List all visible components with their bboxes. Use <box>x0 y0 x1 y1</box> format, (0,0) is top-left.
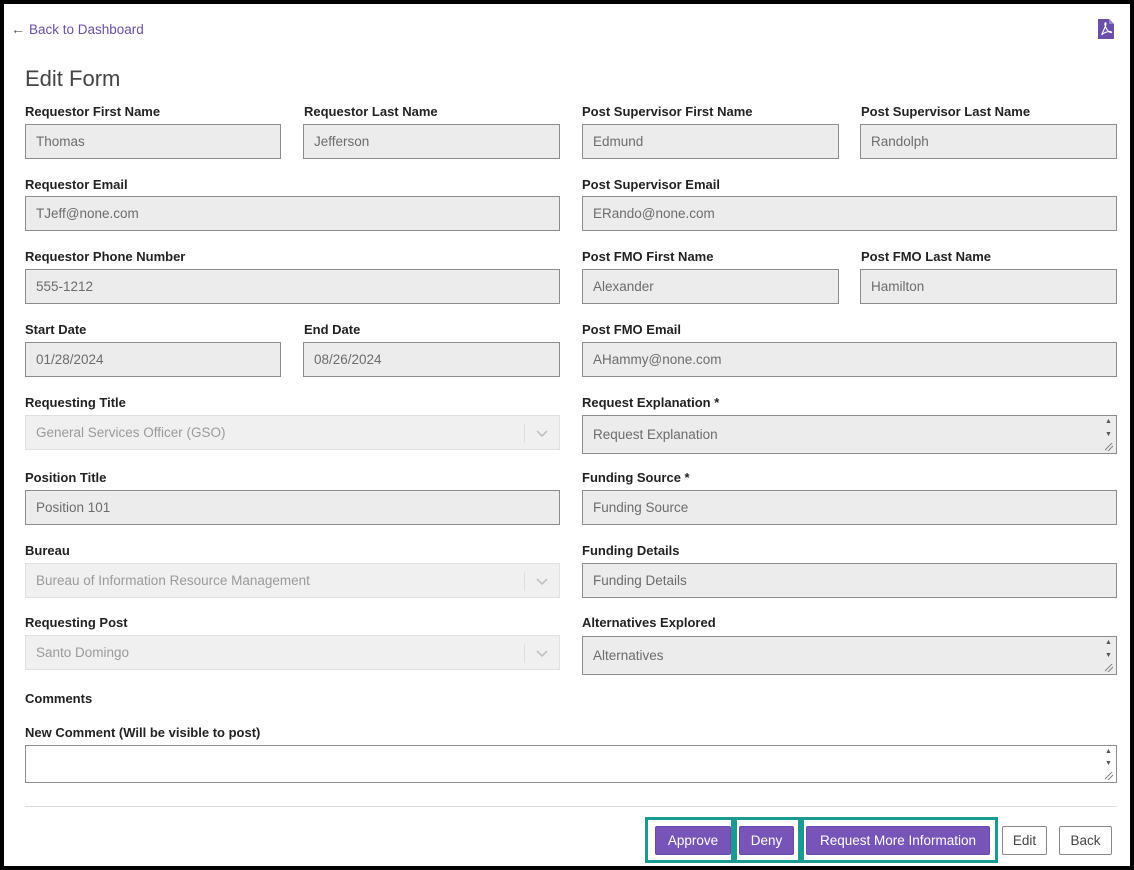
funding-source-label: Funding Source * <box>582 470 690 485</box>
post-fmo-first-name-label: Post FMO First Name <box>582 249 714 264</box>
requesting-title-value: General Services Officer (GSO) <box>36 425 226 440</box>
bureau-select[interactable]: Bureau of Information Resource Managemen… <box>25 563 560 598</box>
requestor-phone-input[interactable]: 555-1212 <box>25 269 560 304</box>
end-date-label: End Date <box>304 322 361 337</box>
edit-button[interactable]: Edit <box>1002 826 1047 855</box>
select-separator <box>524 572 525 591</box>
request-explanation-textarea[interactable]: Request Explanation ▲ ▼ <box>582 415 1117 454</box>
post-supervisor-last-name-input[interactable]: Randolph <box>860 124 1117 159</box>
approve-button[interactable]: Approve <box>655 826 731 855</box>
funding-source-input[interactable]: Funding Source <box>582 490 1117 525</box>
new-comment-textarea[interactable]: ▲ ▼ <box>25 745 1117 783</box>
requesting-post-label: Requesting Post <box>25 615 128 630</box>
deny-button[interactable]: Deny <box>739 826 794 855</box>
post-fmo-email-label: Post FMO Email <box>582 322 681 337</box>
back-to-dashboard-label: Back to Dashboard <box>29 21 144 37</box>
requestor-first-name-label: Requestor First Name <box>25 104 161 119</box>
request-more-information-button[interactable]: Request More Information <box>806 826 990 855</box>
post-supervisor-first-name-input[interactable]: Edmund <box>582 124 839 159</box>
post-supervisor-first-name-label: Post Supervisor First Name <box>582 104 753 119</box>
requesting-title-select[interactable]: General Services Officer (GSO) <box>25 415 560 450</box>
chevron-down-icon <box>536 650 548 658</box>
requestor-phone-label: Requestor Phone Number <box>25 249 186 264</box>
chevron-down-icon <box>536 430 548 438</box>
textarea-resize-control[interactable]: ▲ ▼ <box>1104 748 1113 780</box>
requestor-email-label: Requestor Email <box>25 177 128 192</box>
post-supervisor-email-label: Post Supervisor Email <box>582 177 720 192</box>
requestor-email-input[interactable]: TJeff@none.com <box>25 196 560 231</box>
post-supervisor-email-input[interactable]: ERando@none.com <box>582 196 1117 231</box>
requesting-post-select[interactable]: Santo Domingo <box>25 635 560 670</box>
funding-details-label: Funding Details <box>582 543 680 558</box>
post-fmo-last-name-label: Post FMO Last Name <box>861 249 992 264</box>
post-fmo-first-name-input[interactable]: Alexander <box>582 269 839 304</box>
start-date-label: Start Date <box>25 322 87 337</box>
textarea-resize-control[interactable]: ▲ ▼ <box>1104 639 1113 672</box>
end-date-input[interactable]: 08/26/2024 <box>303 342 560 377</box>
requestor-last-name-label: Requestor Last Name <box>304 104 438 119</box>
arrow-left-icon: ← <box>11 21 25 37</box>
post-supervisor-last-name-label: Post Supervisor Last Name <box>861 104 1031 119</box>
edit-form-page: ← Back to Dashboard Edit Form Requestor … <box>4 4 1130 866</box>
bureau-value: Bureau of Information Resource Managemen… <box>36 573 310 588</box>
alternatives-explored-label: Alternatives Explored <box>582 615 716 630</box>
requesting-title-label: Requesting Title <box>25 395 126 410</box>
post-fmo-email-input[interactable]: AHammy@none.com <box>582 342 1117 377</box>
chevron-down-icon <box>536 578 548 586</box>
requesting-post-value: Santo Domingo <box>36 645 130 660</box>
select-separator <box>524 644 525 663</box>
pdf-icon[interactable] <box>1098 19 1114 39</box>
select-separator <box>524 424 525 443</box>
new-comment-label: New Comment (Will be visible to post) <box>25 725 261 740</box>
page-title: Edit Form <box>25 66 121 91</box>
request-explanation-label: Request Explanation * <box>582 395 720 410</box>
back-button[interactable]: Back <box>1059 826 1112 855</box>
comments-heading: Comments <box>25 691 93 706</box>
actions-divider <box>25 806 1117 807</box>
start-date-input[interactable]: 01/28/2024 <box>25 342 281 377</box>
bureau-label: Bureau <box>25 543 70 558</box>
request-explanation-placeholder: Request Explanation <box>593 427 718 442</box>
position-title-input[interactable]: Position 101 <box>25 490 560 525</box>
back-to-dashboard-link[interactable]: ← Back to Dashboard <box>11 21 144 37</box>
alternatives-explored-textarea[interactable]: Alternatives ▲ ▼ <box>582 636 1117 675</box>
textarea-resize-control[interactable]: ▲ ▼ <box>1104 418 1113 451</box>
requestor-last-name-input[interactable]: Jefferson <box>303 124 560 159</box>
alternatives-placeholder: Alternatives <box>593 648 664 663</box>
funding-details-input[interactable]: Funding Details <box>582 563 1117 598</box>
requestor-first-name-input[interactable]: Thomas <box>25 124 281 159</box>
post-fmo-last-name-input[interactable]: Hamilton <box>860 269 1117 304</box>
position-title-label: Position Title <box>25 470 107 485</box>
